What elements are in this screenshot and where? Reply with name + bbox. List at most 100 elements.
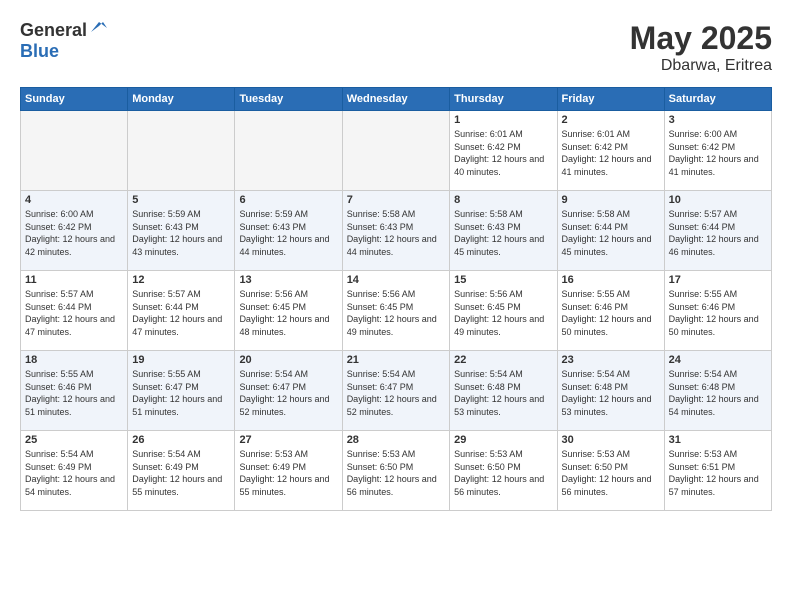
day-number: 17: [669, 274, 767, 286]
calendar-cell: 6Sunrise: 5:59 AMSunset: 6:43 PMDaylight…: [235, 191, 342, 271]
calendar-cell: 28 Sunrise: 5:53 AMSunset: 6:50 PMDayligh…: [342, 431, 449, 511]
day-info: Sunrise: 6:00 AMSunset: 6:42 PMDaylight:…: [669, 128, 767, 178]
calendar-cell: 13Sunrise: 5:56 AMSunset: 6:45 PMDayligh…: [235, 271, 342, 351]
header-saturday: Saturday: [664, 88, 771, 111]
day-number: 11: [25, 274, 123, 286]
day-info: Sunrise: 5:53 AMSunset: 6:50 PMDaylight:…: [562, 448, 660, 498]
day-number: 24: [669, 354, 767, 366]
day-info: Sunrise: 5:58 AMSunset: 6:43 PMDaylight:…: [454, 208, 552, 258]
day-info: Sunrise: 5:56 AMSunset: 6:45 PMDaylight:…: [347, 288, 445, 338]
day-number: 1: [454, 114, 552, 126]
calendar-cell: [342, 111, 449, 191]
day-info: Sunrise: 5:58 AMSunset: 6:43 PMDaylight:…: [347, 208, 445, 258]
logo-general-text: General: [20, 20, 87, 40]
day-number: 27: [239, 434, 337, 446]
day-number: 20: [239, 354, 337, 366]
calendar-cell: 8Sunrise: 5:58 AMSunset: 6:43 PMDaylight…: [450, 191, 557, 271]
calendar-cell: 24 Sunrise: 5:54 AMSunset: 6:48 PMDayligh…: [664, 351, 771, 431]
calendar-cell: 14Sunrise: 5:56 AMSunset: 6:45 PMDayligh…: [342, 271, 449, 351]
day-info: Sunrise: 5:57 AMSunset: 6:44 PMDaylight:…: [669, 208, 767, 258]
calendar-cell: 20 Sunrise: 5:54 AMSunset: 6:47 PMDayligh…: [235, 351, 342, 431]
calendar-cell: 18 Sunrise: 5:55 AMSunset: 6:46 PMDayligh…: [21, 351, 128, 431]
week-row-5: 25 Sunrise: 5:54 AMSunset: 6:49 PMDayligh…: [21, 431, 772, 511]
day-info: Sunrise: 5:54 AMSunset: 6:47 PMDaylight:…: [239, 368, 337, 418]
location: Dbarwa, Eritrea: [630, 57, 772, 75]
logo-blue-text: Blue: [20, 41, 59, 61]
calendar-cell: 15Sunrise: 5:56 AMSunset: 6:45 PMDayligh…: [450, 271, 557, 351]
calendar-cell: 23 Sunrise: 5:54 AMSunset: 6:48 PMDayligh…: [557, 351, 664, 431]
day-info: Sunrise: 5:53 AMSunset: 6:50 PMDaylight:…: [347, 448, 445, 498]
day-number: 18: [25, 354, 123, 366]
day-number: 15: [454, 274, 552, 286]
day-number: 5: [132, 194, 230, 206]
header-sunday: Sunday: [21, 88, 128, 111]
day-number: 2: [562, 114, 660, 126]
calendar-cell: 5 Sunrise: 5:59 AMSunset: 6:43 PMDaylight…: [128, 191, 235, 271]
calendar-cell: [235, 111, 342, 191]
calendar-cell: 10Sunrise: 5:57 AMSunset: 6:44 PMDayligh…: [664, 191, 771, 271]
day-info: Sunrise: 5:55 AMSunset: 6:47 PMDaylight:…: [132, 368, 230, 418]
day-number: 23: [562, 354, 660, 366]
calendar-cell: 29Sunrise: 5:53 AMSunset: 6:50 PMDayligh…: [450, 431, 557, 511]
day-number: 9: [562, 194, 660, 206]
calendar-cell: 4Sunrise: 6:00 AMSunset: 6:42 PMDaylight…: [21, 191, 128, 271]
calendar-cell: 26 Sunrise: 5:54 AMSunset: 6:49 PMDayligh…: [128, 431, 235, 511]
calendar-cell: 3 Sunrise: 6:00 AMSunset: 6:42 PMDaylight…: [664, 111, 771, 191]
day-info: Sunrise: 5:55 AMSunset: 6:46 PMDaylight:…: [562, 288, 660, 338]
header-monday: Monday: [128, 88, 235, 111]
day-number: 7: [347, 194, 445, 206]
calendar-cell: 25 Sunrise: 5:54 AMSunset: 6:49 PMDayligh…: [21, 431, 128, 511]
page: General Blue May 2025 Dbarwa, Eritrea Su…: [0, 0, 792, 612]
day-info: Sunrise: 5:54 AMSunset: 6:48 PMDaylight:…: [669, 368, 767, 418]
month-year: May 2025: [630, 20, 772, 57]
calendar-cell: 9 Sunrise: 5:58 AMSunset: 6:44 PMDaylight…: [557, 191, 664, 271]
week-row-2: 4Sunrise: 6:00 AMSunset: 6:42 PMDaylight…: [21, 191, 772, 271]
day-number: 30: [562, 434, 660, 446]
header-tuesday: Tuesday: [235, 88, 342, 111]
title-block: May 2025 Dbarwa, Eritrea: [630, 20, 772, 75]
day-number: 28: [347, 434, 445, 446]
day-number: 12: [132, 274, 230, 286]
calendar-cell: [21, 111, 128, 191]
week-row-1: 1 Sunrise: 6:01 AMSunset: 6:42 PMDaylight…: [21, 111, 772, 191]
day-info: Sunrise: 6:01 AMSunset: 6:42 PMDaylight:…: [562, 128, 660, 178]
day-info: Sunrise: 5:59 AMSunset: 6:43 PMDaylight:…: [132, 208, 230, 258]
day-number: 13: [239, 274, 337, 286]
day-info: Sunrise: 5:54 AMSunset: 6:48 PMDaylight:…: [454, 368, 552, 418]
calendar-cell: 31 Sunrise: 5:53 AMSunset: 6:51 PMDayligh…: [664, 431, 771, 511]
day-info: Sunrise: 5:55 AMSunset: 6:46 PMDaylight:…: [669, 288, 767, 338]
header: General Blue May 2025 Dbarwa, Eritrea: [20, 20, 772, 75]
day-info: Sunrise: 5:58 AMSunset: 6:44 PMDaylight:…: [562, 208, 660, 258]
day-info: Sunrise: 5:54 AMSunset: 6:47 PMDaylight:…: [347, 368, 445, 418]
day-number: 6: [239, 194, 337, 206]
calendar-cell: 11Sunrise: 5:57 AMSunset: 6:44 PMDayligh…: [21, 271, 128, 351]
weekday-header-row: Sunday Monday Tuesday Wednesday Thursday…: [21, 88, 772, 111]
week-row-4: 18 Sunrise: 5:55 AMSunset: 6:46 PMDayligh…: [21, 351, 772, 431]
day-info: Sunrise: 5:54 AMSunset: 6:48 PMDaylight:…: [562, 368, 660, 418]
day-info: Sunrise: 5:53 AMSunset: 6:49 PMDaylight:…: [239, 448, 337, 498]
calendar-cell: 19Sunrise: 5:55 AMSunset: 6:47 PMDayligh…: [128, 351, 235, 431]
day-info: Sunrise: 5:54 AMSunset: 6:49 PMDaylight:…: [132, 448, 230, 498]
calendar-cell: 2 Sunrise: 6:01 AMSunset: 6:42 PMDaylight…: [557, 111, 664, 191]
day-info: Sunrise: 5:53 AMSunset: 6:50 PMDaylight:…: [454, 448, 552, 498]
calendar-cell: 30 Sunrise: 5:53 AMSunset: 6:50 PMDayligh…: [557, 431, 664, 511]
day-number: 16: [562, 274, 660, 286]
calendar-cell: 21Sunrise: 5:54 AMSunset: 6:47 PMDayligh…: [342, 351, 449, 431]
day-info: Sunrise: 6:01 AMSunset: 6:42 PMDaylight:…: [454, 128, 552, 178]
calendar-cell: 12 Sunrise: 5:57 AMSunset: 6:44 PMDayligh…: [128, 271, 235, 351]
day-number: 31: [669, 434, 767, 446]
day-number: 3: [669, 114, 767, 126]
day-info: Sunrise: 5:57 AMSunset: 6:44 PMDaylight:…: [132, 288, 230, 338]
calendar-cell: 27 Sunrise: 5:53 AMSunset: 6:49 PMDayligh…: [235, 431, 342, 511]
calendar: Sunday Monday Tuesday Wednesday Thursday…: [20, 87, 772, 511]
day-number: 26: [132, 434, 230, 446]
day-number: 25: [25, 434, 123, 446]
header-wednesday: Wednesday: [342, 88, 449, 111]
day-info: Sunrise: 5:55 AMSunset: 6:46 PMDaylight:…: [25, 368, 123, 418]
day-info: Sunrise: 5:53 AMSunset: 6:51 PMDaylight:…: [669, 448, 767, 498]
header-friday: Friday: [557, 88, 664, 111]
day-info: Sunrise: 6:00 AMSunset: 6:42 PMDaylight:…: [25, 208, 123, 258]
day-info: Sunrise: 5:54 AMSunset: 6:49 PMDaylight:…: [25, 448, 123, 498]
calendar-cell: 17 Sunrise: 5:55 AMSunset: 6:46 PMDayligh…: [664, 271, 771, 351]
header-thursday: Thursday: [450, 88, 557, 111]
